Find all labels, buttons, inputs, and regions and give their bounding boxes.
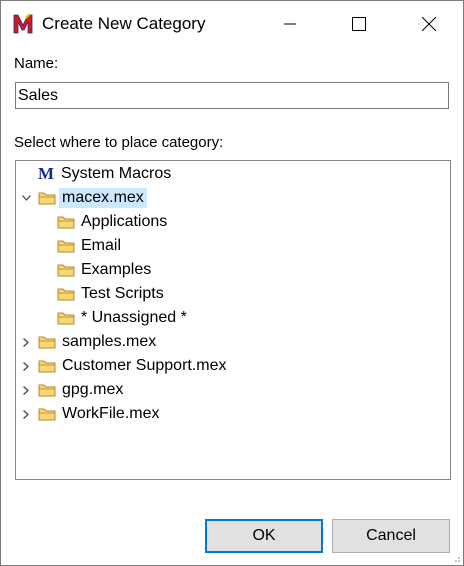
maximize-icon [352,17,366,31]
folder-icon [38,336,56,349]
tree-item-label: * Unassigned * [81,309,187,326]
folder-icon [57,312,75,325]
folder-icon [57,264,75,277]
tree-item-label: macex.mex [59,188,147,208]
category-tree[interactable]: M System Macros macex.mex Applications E… [15,160,451,480]
expanded-chevron-icon[interactable] [21,187,31,209]
ok-button[interactable]: OK [205,519,323,553]
title-bar[interactable]: Create New Category [1,1,463,47]
tree-item-macex[interactable]: macex.mex [38,187,147,209]
collapsed-chevron-icon[interactable] [21,331,31,353]
window-title: Create New Category [42,14,206,33]
tree-item-samples[interactable]: samples.mex [38,331,159,353]
tree-item-applications[interactable]: Applications [57,211,170,233]
tree-item-unassigned[interactable]: * Unassigned * [57,307,190,329]
cancel-button[interactable]: Cancel [332,519,450,553]
folder-icon [57,288,75,301]
macro-express-icon [12,13,34,35]
placement-label: Select where to place category: [14,134,224,151]
tree-item-label: samples.mex [62,333,157,350]
tree-item-label: WorkFile.mex [62,405,160,422]
collapsed-chevron-icon[interactable] [21,379,31,401]
tree-item-test-scripts[interactable]: Test Scripts [57,283,167,305]
tree-item-label: Email [81,237,122,254]
tree-item-label: System Macros [61,165,172,182]
name-label: Name: [14,55,59,72]
tree-item-label: Test Scripts [81,285,164,302]
tree-item-email[interactable]: Email [57,235,124,257]
folder-icon [38,384,56,397]
close-button[interactable] [406,1,452,47]
tree-item-examples[interactable]: Examples [57,259,154,281]
resize-grip-icon[interactable] [451,553,461,563]
close-icon [422,17,436,31]
m-icon: M [38,164,55,183]
minimize-button[interactable] [267,1,313,47]
tree-item-gpg[interactable]: gpg.mex [38,379,126,401]
collapsed-chevron-icon[interactable] [21,403,31,425]
folder-icon [38,408,56,421]
maximize-button[interactable] [336,1,382,47]
folder-icon [38,192,56,205]
tree-item-system-macros[interactable]: M System Macros [38,163,174,185]
tree-item-workfile[interactable]: WorkFile.mex [38,403,163,425]
folder-icon [57,240,75,253]
collapsed-chevron-icon[interactable] [21,355,31,377]
tree-item-label: Applications [81,213,168,230]
folder-icon [38,360,56,373]
tree-item-label: Customer Support.mex [62,357,227,374]
tree-item-label: gpg.mex [62,381,124,398]
tree-item-customer-support[interactable]: Customer Support.mex [38,355,230,377]
tree-item-label: Examples [81,261,152,278]
dialog-window: Create New Category Name: Select where t… [0,0,464,566]
name-field[interactable] [15,82,449,109]
minimize-icon [284,23,296,25]
folder-icon [57,216,75,229]
